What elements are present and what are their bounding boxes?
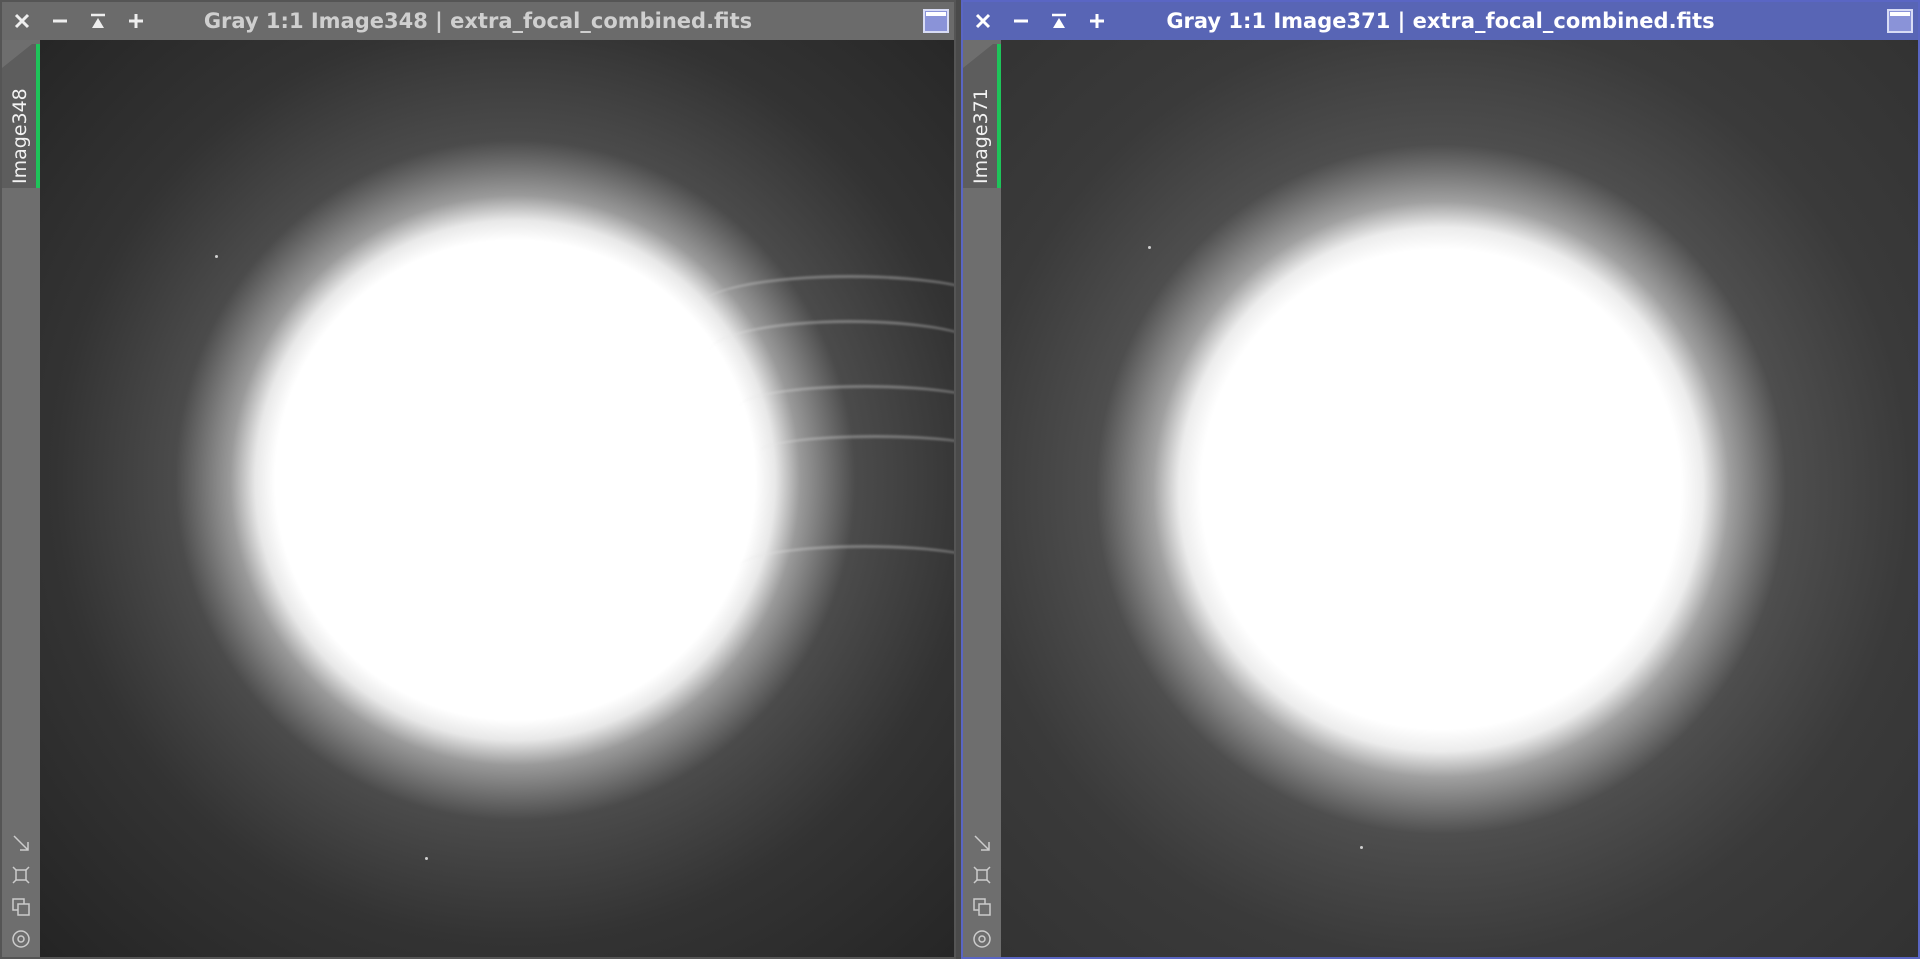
view-tab[interactable]: Image371 [963,44,1001,188]
resize-arrow-icon[interactable] [969,831,995,855]
diffraction-streak [710,320,954,383]
clone-view-icon[interactable] [969,895,995,919]
star-speck [1148,246,1151,249]
view-tab[interactable]: Image348 [2,44,40,188]
star-speck [215,255,218,258]
maximize-plus-icon[interactable] [1083,7,1111,35]
window-restore-icon[interactable] [922,8,950,34]
clone-view-icon[interactable] [8,895,34,919]
diffraction-streak [740,385,954,428]
star-speck [425,857,428,860]
star-speck [1360,846,1363,849]
target-icon[interactable] [8,927,34,951]
window-titlebar[interactable]: Gray 1:1 Image371 | extra_focal_combined… [963,2,1918,40]
resize-arrow-icon[interactable] [8,831,34,855]
close-icon[interactable] [969,7,997,35]
minimize-icon[interactable] [1007,7,1035,35]
target-icon[interactable] [969,927,995,951]
view-sidebar: Image371 [963,40,1001,957]
image-window-right[interactable]: Gray 1:1 Image371 | extra_focal_combined… [961,0,1920,959]
window-titlebar[interactable]: Gray 1:1 Image348 | extra_focal_combined… [2,2,954,40]
shade-icon[interactable] [84,7,112,35]
diffraction-streak [740,545,954,588]
diffraction-streak [760,435,954,468]
image-viewport[interactable] [40,40,954,957]
view-tab-label: Image371 [970,88,992,184]
view-tab-label: Image348 [9,88,31,184]
maximize-plus-icon[interactable] [122,7,150,35]
fit-view-icon[interactable] [969,863,995,887]
minimize-icon[interactable] [46,7,74,35]
view-sidebar: Image348 [2,40,40,957]
shade-icon[interactable] [1045,7,1073,35]
fit-view-icon[interactable] [8,863,34,887]
image-window-left[interactable]: Gray 1:1 Image348 | extra_focal_combined… [0,0,956,959]
window-restore-icon[interactable] [1886,8,1914,34]
image-viewport[interactable] [1001,40,1918,957]
close-icon[interactable] [8,7,36,35]
